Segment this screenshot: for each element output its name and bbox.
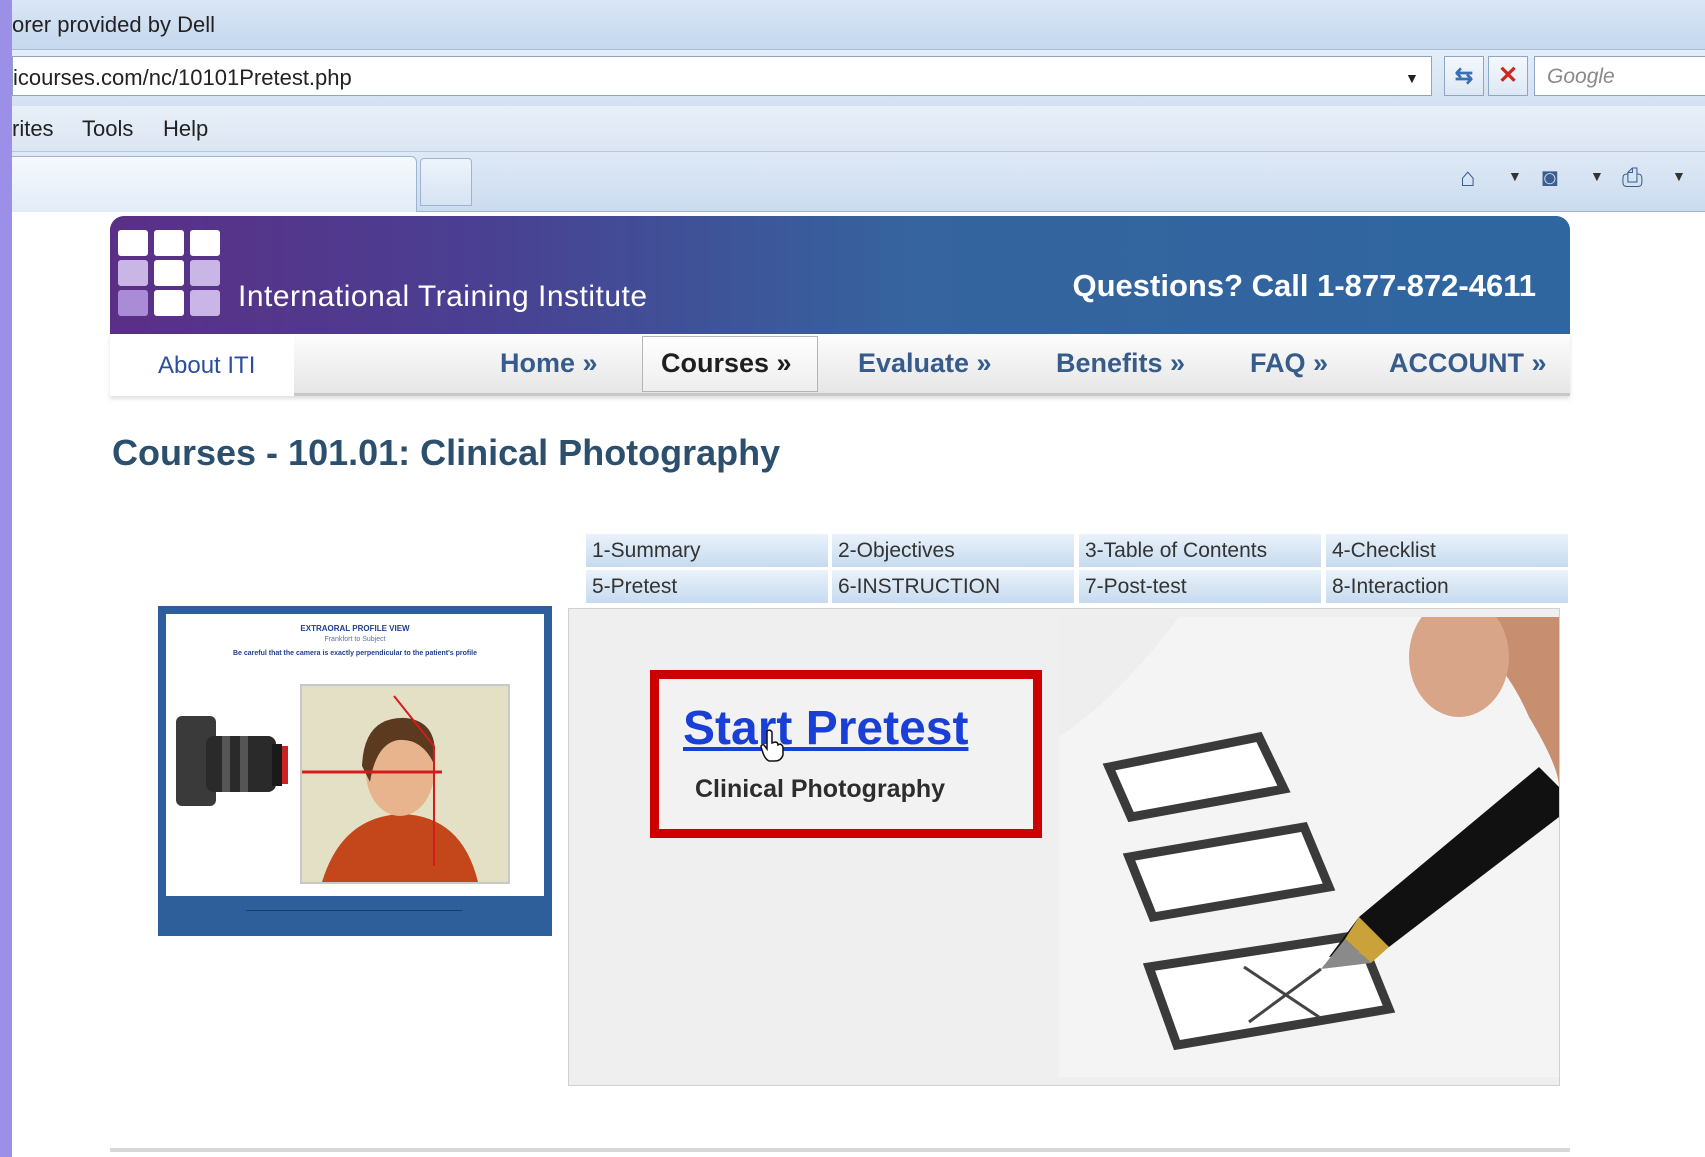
address-url[interactable]: icourses.com/nc/10101Pretest.php: [13, 65, 352, 91]
tab-post-test[interactable]: 7-Post-test: [1079, 570, 1323, 603]
start-pretest-link[interactable]: Start Pretest: [683, 701, 968, 756]
start-pretest-highlight: Start Pretest Clinical Photography: [650, 670, 1042, 838]
nav-about-cell: About ITI: [110, 334, 294, 396]
refresh-button[interactable]: ⇆: [1444, 56, 1484, 96]
page-title: Courses - 101.01: Clinical Photography: [112, 432, 781, 473]
tab-table-of-contents[interactable]: 3-Table of Contents: [1079, 534, 1323, 567]
tab-bar: ⌂ ▼ ◙ ▼ ⎙ ▼: [12, 152, 1705, 212]
desktop-edge: [0, 0, 12, 1157]
tab-instruction[interactable]: 6-INSTRUCTION: [832, 570, 1076, 603]
course-tabs: 1-Summary 2-Objectives 3-Table of Conten…: [586, 534, 1570, 604]
nav-courses[interactable]: Courses »: [661, 348, 792, 379]
window-title: orer provided by Dell: [12, 12, 215, 37]
home-dropdown-icon[interactable]: ▼: [1508, 168, 1522, 184]
home-icon[interactable]: ⌂: [1460, 162, 1476, 193]
thumbnail-subtitle: Frankfort to Subject: [324, 636, 386, 643]
checklist-pen-image: [1059, 617, 1559, 1077]
phone-number: Questions? Call 1-877-872-4611: [1072, 268, 1536, 303]
main-nav: About ITI Home » Courses » Evaluate » Be…: [110, 334, 1570, 396]
stop-button[interactable]: ✕: [1488, 56, 1528, 96]
browser-title-bar: orer provided by Dell: [12, 0, 1705, 50]
print-icon[interactable]: ⎙: [1622, 162, 1643, 194]
address-row: icourses.com/nc/10101Pretest.php ▼ ⇆ ✕ G…: [12, 50, 1705, 106]
thumbnail-caption-line: [246, 910, 462, 911]
iti-logo[interactable]: [118, 230, 222, 318]
menu-tools[interactable]: Tools: [82, 116, 133, 142]
site-header: International Training Institute Questio…: [110, 216, 1570, 334]
nav-faq[interactable]: FAQ »: [1250, 348, 1328, 379]
hand-cursor-icon: [760, 729, 784, 762]
tab-objectives[interactable]: 2-Objectives: [832, 534, 1076, 567]
nav-account[interactable]: ACCOUNT »: [1389, 348, 1547, 379]
nav-home[interactable]: Home »: [500, 348, 598, 379]
address-bar[interactable]: icourses.com/nc/10101Pretest.php ▼: [12, 56, 1432, 96]
nav-evaluate[interactable]: Evaluate »: [858, 348, 992, 379]
menu-help[interactable]: Help: [163, 116, 208, 142]
menu-favorites[interactable]: rites: [12, 116, 54, 142]
print-dropdown-icon[interactable]: ▼: [1672, 168, 1686, 184]
screen: orer provided by Dell icourses.com/nc/10…: [0, 0, 1705, 1157]
new-tab-button[interactable]: [420, 158, 472, 206]
address-dropdown-icon[interactable]: ▼: [1405, 70, 1419, 86]
patient-photo: [300, 684, 510, 884]
course-thumbnail[interactable]: EXTRAORAL PROFILE VIEW Frankfort to Subj…: [158, 606, 552, 936]
pretest-course-name: Clinical Photography: [695, 775, 946, 803]
search-input[interactable]: Google: [1534, 56, 1705, 96]
footer-divider: [110, 1148, 1570, 1152]
tab-summary[interactable]: 1-Summary: [586, 534, 830, 567]
tab-checklist[interactable]: 4-Checklist: [1326, 534, 1570, 567]
browser-tab-active[interactable]: [12, 156, 417, 212]
tab-pretest[interactable]: 5-Pretest: [586, 570, 830, 603]
menu-bar: rites Tools Help: [12, 106, 1705, 152]
nav-about-link[interactable]: About ITI: [158, 352, 255, 380]
tab-interaction[interactable]: 8-Interaction: [1326, 570, 1570, 603]
nav-benefits[interactable]: Benefits »: [1056, 348, 1185, 379]
site-name: International Training Institute: [238, 280, 648, 313]
camera-image: [176, 716, 288, 806]
thumbnail-note: Be careful that the camera is exactly pe…: [232, 650, 477, 657]
feeds-icon[interactable]: ◙: [1542, 162, 1558, 193]
thumbnail-title: EXTRAORAL PROFILE VIEW: [300, 624, 410, 633]
feeds-dropdown-icon[interactable]: ▼: [1590, 168, 1604, 184]
search-placeholder: Google: [1547, 65, 1615, 88]
thumbnail-slide: EXTRAORAL PROFILE VIEW Frankfort to Subj…: [166, 614, 544, 896]
